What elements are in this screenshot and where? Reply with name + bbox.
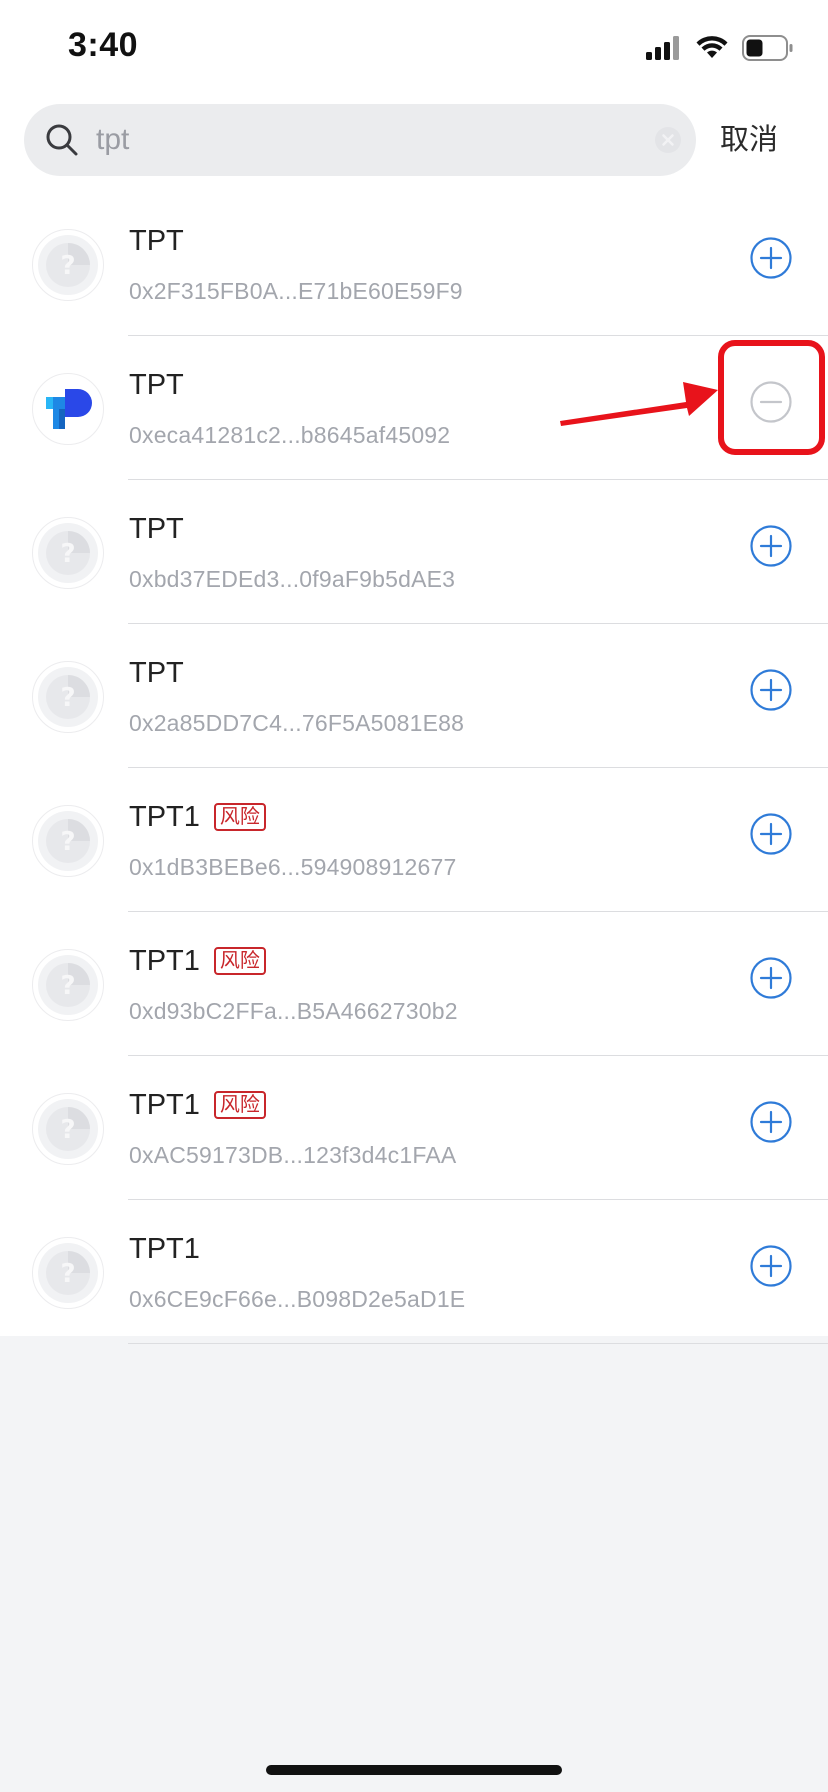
svg-text:?: ?: [60, 1259, 75, 1289]
minus-circle-icon: [750, 381, 792, 423]
svg-text:?: ?: [60, 251, 75, 281]
plus-circle-icon: [750, 1101, 792, 1143]
token-address: 0x6CE9cF66e...B098D2e5aD1E: [129, 1286, 466, 1312]
token-name: TPT1: [129, 800, 200, 833]
remove-token-button[interactable]: [750, 381, 792, 423]
add-token-button[interactable]: [750, 1245, 792, 1287]
token-address: 0xd93bC2FFa...B5A4662730b2: [129, 998, 458, 1024]
svg-text:?: ?: [60, 971, 75, 1001]
add-token-button[interactable]: [750, 1101, 792, 1143]
token-name-line: TPT: [129, 654, 184, 692]
token-name: TPT: [129, 224, 184, 257]
token-name: TPT: [129, 368, 184, 401]
add-token-button[interactable]: [750, 813, 792, 855]
token-name: TPT1: [129, 944, 200, 977]
token-name: TPT1: [129, 1232, 200, 1265]
token-address: 0xbd37EDEd3...0f9aF9b5dAE3: [129, 566, 456, 592]
token-name-line: TPT: [129, 510, 184, 548]
token-row[interactable]: ? TPT 0xbd37EDEd3...0f9aF9b5dAE3: [0, 480, 828, 624]
cellular-signal-icon: [646, 35, 682, 65]
wifi-icon: [696, 35, 728, 65]
risk-badge: 风险: [213, 1091, 266, 1119]
svg-text:?: ?: [60, 1115, 75, 1145]
tokenpocket-logo-icon: [32, 373, 104, 445]
token-address: 0x2F315FB0A...E71bE60E59F9: [129, 278, 463, 304]
unknown-token-icon: ?: [32, 229, 104, 301]
token-address: 0x2a85DD7C4...76F5A5081E88: [129, 710, 465, 736]
token-row[interactable]: ? TPT1 风险 0xAC59173DB...123f3d4c1FAA: [0, 1056, 828, 1200]
unknown-token-icon: ?: [32, 517, 104, 589]
token-row[interactable]: ? TPT 0x2F315FB0A...E71bE60E59F9: [0, 192, 828, 336]
token-name-line: TPT: [129, 222, 184, 260]
unknown-token-icon: ?: [32, 661, 104, 733]
token-address: 0xeca41281c2...b8645af45092: [129, 422, 451, 448]
svg-text:?: ?: [60, 539, 75, 569]
search-icon: [44, 122, 80, 163]
add-token-button[interactable]: [750, 237, 792, 279]
plus-circle-icon: [750, 525, 792, 567]
token-name: TPT: [129, 656, 184, 689]
token-row[interactable]: TPT 0xeca41281c2...b8645af45092: [0, 336, 828, 480]
svg-text:?: ?: [60, 683, 75, 713]
add-token-button[interactable]: [750, 957, 792, 999]
cancel-button[interactable]: 取消: [720, 118, 800, 162]
search-input[interactable]: [96, 104, 636, 176]
token-name: TPT: [129, 512, 184, 545]
unknown-token-icon: ?: [32, 949, 104, 1021]
risk-badge: 风险: [213, 803, 266, 831]
token-name-line: TPT: [129, 366, 184, 404]
battery-icon: [742, 34, 794, 66]
plus-circle-icon: [750, 957, 792, 999]
token-row[interactable]: ? TPT1 风险 0x1dB3BEBe6...594908912677: [0, 768, 828, 912]
add-token-button[interactable]: [750, 525, 792, 567]
token-name-line: TPT1: [129, 1230, 200, 1268]
token-name-line: TPT1 风险: [129, 798, 266, 836]
unknown-token-icon: ?: [32, 1093, 104, 1165]
token-row[interactable]: ? TPT 0x2a85DD7C4...76F5A5081E88: [0, 624, 828, 768]
token-search-results: ? TPT 0x2F315FB0A...E71bE60E59F9 TPT 0xeca41…: [0, 192, 828, 1344]
token-address: 0x1dB3BEBe6...594908912677: [129, 854, 457, 880]
token-name-line: TPT1 风险: [129, 942, 266, 980]
row-divider: [128, 1343, 828, 1344]
plus-circle-icon: [750, 669, 792, 711]
plus-circle-icon: [750, 237, 792, 279]
svg-text:?: ?: [60, 827, 75, 857]
token-name: TPT1: [129, 1088, 200, 1121]
status-icons: [646, 34, 794, 66]
home-indicator: [266, 1765, 562, 1775]
clear-search-icon[interactable]: [654, 126, 682, 159]
plus-circle-icon: [750, 1245, 792, 1287]
token-row[interactable]: ? TPT1 风险 0xd93bC2FFa...B5A4662730b2: [0, 912, 828, 1056]
unknown-token-icon: ?: [32, 1237, 104, 1309]
risk-badge: 风险: [213, 947, 266, 975]
token-row[interactable]: ? TPT1 0x6CE9cF66e...B098D2e5aD1E: [0, 1200, 828, 1344]
token-address: 0xAC59173DB...123f3d4c1FAA: [129, 1142, 457, 1168]
token-name-line: TPT1 风险: [129, 1086, 266, 1124]
add-token-button[interactable]: [750, 669, 792, 711]
screen: 3:40 tpt 取消 ? TPT 0x2F315FB0A...E71bE60E…: [0, 0, 828, 1792]
status-time: 3:40: [68, 26, 139, 64]
search-bar[interactable]: [24, 104, 696, 176]
plus-circle-icon: [750, 813, 792, 855]
unknown-token-icon: ?: [32, 805, 104, 877]
